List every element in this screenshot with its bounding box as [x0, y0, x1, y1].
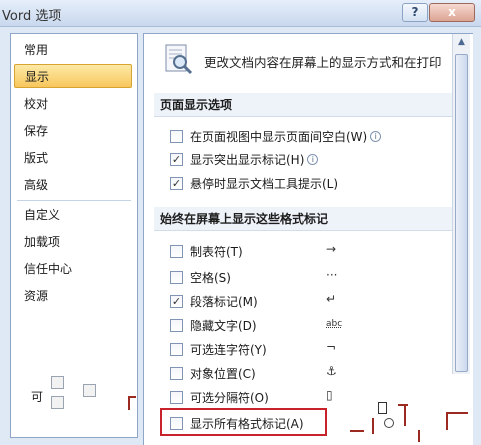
- pane-header: 更改文档内容在屏幕上的显示方式和在打印: [144, 34, 454, 86]
- option-optional-hyphens[interactable]: 可选连字符(Y) ¬: [170, 340, 440, 360]
- decorative-square: [51, 396, 64, 409]
- checkbox-show-highlighter[interactable]: ✓: [170, 153, 183, 166]
- nav-item-typography[interactable]: 版式: [14, 146, 132, 170]
- category-nav: 常用 显示 校对 保存 版式 高级 自定义 加载项 信任中心 资源 可: [10, 33, 138, 438]
- word-options-dialog: Vord 选项 ? x 常用 显示 校对 保存 版式 高级 自定义 加载项 信任…: [0, 0, 481, 445]
- nav-item-customize[interactable]: 自定义: [14, 203, 132, 227]
- nav-item-resources[interactable]: 资源: [14, 284, 132, 308]
- vertical-scrollbar[interactable]: ▲: [452, 34, 470, 374]
- option-object-anchors[interactable]: 对象位置(C) ⚓: [170, 364, 440, 384]
- section-title-format-marks: 始终在屏幕上显示这些格式标记: [154, 207, 454, 231]
- checkbox-tab-characters[interactable]: [170, 245, 183, 258]
- pane-header-text: 更改文档内容在屏幕上的显示方式和在打印: [204, 55, 442, 70]
- window-title: Vord 选项: [2, 9, 62, 24]
- checkbox-hidden-text[interactable]: [170, 319, 183, 332]
- decorative-square: [83, 384, 96, 397]
- option-label: 可选分隔符(O): [190, 391, 269, 405]
- nav-item-common[interactable]: 常用: [14, 38, 132, 62]
- option-label: 空格(S): [190, 271, 231, 285]
- optional-break-mark-icon: ▯: [326, 388, 333, 402]
- option-label: 在页面视图中显示页面间空白(W) i: [190, 128, 382, 145]
- info-icon: i: [307, 154, 319, 165]
- artifact-mark: [446, 412, 448, 430]
- artifact-mark: [398, 404, 408, 406]
- space-mark-icon: ···: [326, 268, 338, 282]
- title-bar: Vord 选项 ? x: [0, 0, 481, 27]
- artifact-mark: [372, 418, 374, 434]
- option-label: 隐藏文字(D): [190, 319, 257, 333]
- checkbox-show-whitespace[interactable]: [170, 130, 183, 143]
- info-icon: i: [370, 131, 382, 142]
- tab-mark-icon: →: [326, 242, 337, 256]
- optional-hyphen-mark-icon: ¬: [326, 340, 337, 354]
- checkbox-paragraph-marks[interactable]: ✓: [170, 295, 183, 308]
- scroll-thumb[interactable]: [455, 54, 468, 372]
- anchor-icon: ⚓: [326, 364, 337, 378]
- nav-footer-fragment: 可: [31, 390, 44, 404]
- cursor-glyph-icon: [378, 402, 387, 414]
- nav-item-advanced[interactable]: 高级: [14, 173, 132, 197]
- option-label: 对象位置(C): [190, 367, 256, 381]
- option-spaces[interactable]: 空格(S) ···: [170, 268, 440, 288]
- option-paragraph-marks[interactable]: ✓ 段落标记(M) ↵: [170, 292, 440, 312]
- cursor-circle-icon: [384, 418, 394, 428]
- option-label: 悬停时显示文档工具提示(L): [190, 177, 339, 191]
- decorative-square: [51, 376, 64, 389]
- nav-item-save[interactable]: 保存: [14, 119, 132, 143]
- checkbox-optional-hyphens[interactable]: [170, 343, 183, 356]
- nav-divider: [17, 200, 131, 201]
- option-show-whitespace[interactable]: 在页面视图中显示页面间空白(W) i: [170, 127, 440, 147]
- checkbox-spaces[interactable]: [170, 271, 183, 284]
- artifact-mark: [418, 430, 420, 442]
- scroll-up-arrow-icon[interactable]: ▲: [453, 34, 470, 51]
- artifact-mark: [446, 412, 468, 414]
- display-settings-pane: 更改文档内容在屏幕上的显示方式和在打印 页面显示选项 在页面视图中显示页面间空白…: [143, 33, 473, 445]
- option-label: 制表符(T): [190, 245, 243, 259]
- nav-item-trust-center[interactable]: 信任中心: [14, 257, 132, 281]
- artifact-mark: [350, 430, 364, 432]
- artifact-mark: [404, 404, 406, 426]
- close-button[interactable]: x: [429, 3, 475, 22]
- option-label: 可选连字符(Y): [190, 343, 267, 357]
- checkbox-object-anchors[interactable]: [170, 367, 183, 380]
- nav-item-proofing[interactable]: 校对: [14, 92, 132, 116]
- option-label: 段落标记(M): [190, 295, 258, 309]
- section-title-page-display: 页面显示选项: [154, 93, 454, 117]
- option-show-tooltips[interactable]: ✓ 悬停时显示文档工具提示(L): [170, 174, 440, 194]
- option-label: 显示突出显示标记(H) i: [190, 151, 319, 168]
- artifact-mark: [128, 396, 130, 410]
- hidden-text-mark-icon: abc: [326, 319, 343, 329]
- paragraph-mark-icon: ↵: [326, 292, 337, 306]
- highlight-box: [160, 408, 327, 436]
- nav-item-display[interactable]: 显示: [14, 64, 132, 88]
- magnifier-document-icon: [164, 44, 194, 76]
- nav-item-addins[interactable]: 加载项: [14, 230, 132, 254]
- option-hidden-text[interactable]: 隐藏文字(D) abc: [170, 316, 440, 336]
- checkbox-optional-breaks[interactable]: [170, 391, 183, 404]
- option-show-highlighter[interactable]: ✓ 显示突出显示标记(H) i: [170, 150, 440, 170]
- artifact-mark: [128, 396, 136, 398]
- help-button[interactable]: ?: [402, 3, 428, 22]
- option-tab-characters[interactable]: 制表符(T) →: [170, 242, 440, 262]
- checkbox-show-tooltips[interactable]: ✓: [170, 177, 183, 190]
